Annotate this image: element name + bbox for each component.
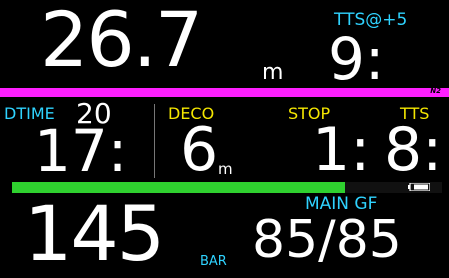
deco-depth-unit: m bbox=[218, 160, 233, 178]
nitrogen-label: N2 bbox=[430, 87, 441, 95]
section-divider bbox=[154, 104, 155, 178]
depth-value: 26.7 bbox=[40, 0, 203, 84]
tank-pressure-value: 145 bbox=[24, 189, 165, 278]
dive-time-value: 17: bbox=[34, 117, 128, 185]
tank-pressure-unit: BAR bbox=[200, 254, 227, 269]
battery-icon bbox=[408, 183, 430, 191]
tts-plus5-value: 9: bbox=[328, 25, 385, 93]
gradient-factor-value: 85/85 bbox=[252, 210, 402, 270]
tts-value: 8: bbox=[384, 115, 443, 185]
depth-unit: m bbox=[262, 60, 284, 85]
deco-depth-value: 6 bbox=[180, 115, 219, 185]
stop-time-value: 1: bbox=[312, 115, 371, 185]
nitrogen-bar bbox=[0, 88, 449, 97]
